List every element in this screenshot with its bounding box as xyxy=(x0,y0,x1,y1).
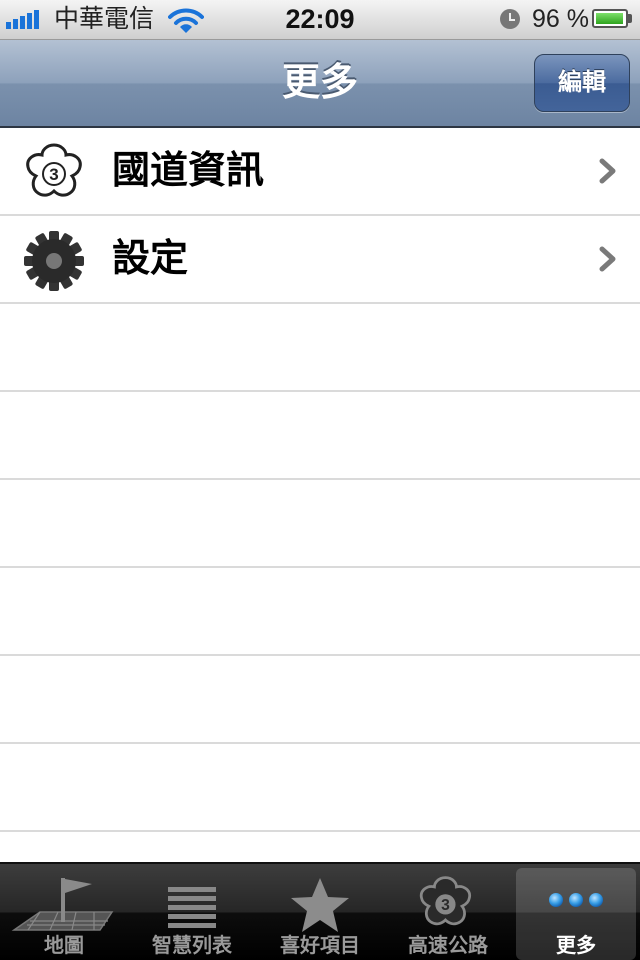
status-bar: 中華電信 22:09 96 % xyxy=(0,0,640,40)
battery-percent: 96 % xyxy=(532,5,589,33)
tab-favorites[interactable]: 喜好項目 xyxy=(256,868,384,960)
empty-row xyxy=(0,656,640,744)
battery-tip xyxy=(628,14,632,23)
empty-row xyxy=(0,744,640,832)
tab-bar: 地圖 智慧列表 喜好項目 3 高速公路 更多 xyxy=(0,862,640,960)
map-flag-icon xyxy=(11,878,114,931)
tab-label: 喜好項目 xyxy=(280,935,360,957)
empty-row xyxy=(0,480,640,568)
list-item-label: 國道資訊 xyxy=(112,150,265,192)
tab-label: 智慧列表 xyxy=(152,935,232,957)
tab-highway[interactable]: 3 高速公路 xyxy=(384,868,512,960)
empty-row xyxy=(0,392,640,480)
highway-3-shield-icon: 3 xyxy=(26,143,82,197)
tab-smart-list[interactable]: 智慧列表 xyxy=(128,868,256,960)
more-dots-icon xyxy=(549,893,603,907)
navigation-bar: 更多 編輯 xyxy=(0,40,640,128)
edit-button[interactable]: 編輯 xyxy=(534,54,630,112)
empty-row xyxy=(0,304,640,392)
tab-label: 更多 xyxy=(556,935,596,957)
chevron-right-icon xyxy=(599,158,616,184)
list-item-settings[interactable]: 設定 xyxy=(0,216,640,304)
highway-3-shield-icon: 3 xyxy=(419,876,472,926)
list-item-label: 設定 xyxy=(112,238,189,280)
tab-label: 高速公路 xyxy=(408,935,488,957)
tab-map[interactable]: 地圖 xyxy=(0,868,128,960)
svg-text:3: 3 xyxy=(441,897,450,914)
list-item-highway-info[interactable]: 3 國道資訊 xyxy=(0,128,640,216)
list-icon xyxy=(168,887,216,928)
empty-row xyxy=(0,568,640,656)
battery-icon xyxy=(592,9,628,28)
chevron-right-icon xyxy=(599,246,616,272)
svg-text:3: 3 xyxy=(49,165,58,184)
alarm-icon xyxy=(500,9,520,29)
tab-more[interactable]: 更多 xyxy=(516,868,636,960)
tab-label: 地圖 xyxy=(44,935,84,957)
star-icon xyxy=(291,878,349,932)
gear-icon xyxy=(24,231,84,291)
